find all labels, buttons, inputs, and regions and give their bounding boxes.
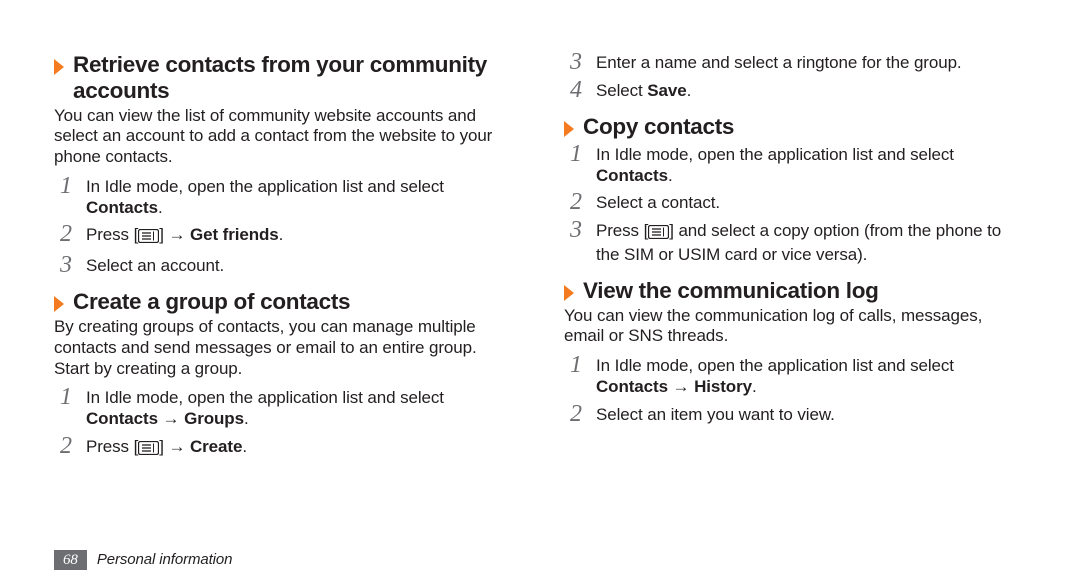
step-number: 3 [566,50,586,74]
step-text: Press [] → Get friends. [86,222,516,249]
step-number: 2 [56,222,76,246]
chevron-icon [54,59,65,76]
step-1: 1 In Idle mode, open the application lis… [54,385,516,429]
step-number: 1 [56,385,76,409]
section-label: Personal information [97,551,233,569]
step-number: 3 [56,253,76,277]
step-2: 2 Press [] → Create. [54,434,516,461]
step-number: 1 [566,142,586,166]
section-heading-copy: Copy contacts [564,114,1026,140]
section-title: Create a group of contacts [73,289,350,315]
step-3: 3 Enter a name and select a ringtone for… [564,50,1026,74]
step-text: In Idle mode, open the application list … [596,353,1026,397]
step-number: 1 [56,174,76,198]
page-footer: 68 Personal information [54,550,232,570]
section-title: Copy contacts [583,114,734,140]
step-3: 3 Press [] and select a copy option (fro… [564,218,1026,265]
section-heading-retrieve: Retrieve contacts from your community ac… [54,52,516,104]
step-text: In Idle mode, open the application list … [86,174,516,218]
page-number: 68 [54,550,87,570]
section-heading-log: View the communication log [564,278,1026,304]
step-2: 2 Select an item you want to view. [564,402,1026,426]
step-3: 3 Select an account. [54,253,516,277]
menu-icon [648,224,669,245]
chevron-icon [564,285,575,302]
step-text: Select an item you want to view. [596,402,1026,426]
intro-text: You can view the communication log of ca… [564,306,1026,347]
step-number: 3 [566,218,586,242]
step-text: Enter a name and select a ringtone for t… [596,50,1026,74]
section-title: Retrieve contacts from your community ac… [73,52,516,104]
menu-icon [138,228,159,249]
step-number: 1 [566,353,586,377]
step-number: 2 [566,190,586,214]
intro-text: You can view the list of community websi… [54,106,516,168]
section-title: View the communication log [583,278,879,304]
step-1: 1 In Idle mode, open the application lis… [564,353,1026,397]
intro-text: By creating groups of contacts, you can … [54,317,516,379]
step-text: Press [] → Create. [86,434,516,461]
step-4: 4 Select Save. [564,78,1026,102]
step-text: Press [] and select a copy option (from … [596,218,1026,265]
step-number: 2 [566,402,586,426]
step-1: 1 In Idle mode, open the application lis… [54,174,516,218]
step-1: 1 In Idle mode, open the application lis… [564,142,1026,186]
left-column: Retrieve contacts from your community ac… [54,50,516,464]
step-2: 2 Press [] → Get friends. [54,222,516,249]
step-text: In Idle mode, open the application list … [596,142,1026,186]
step-text: Select Save. [596,78,1026,102]
step-number: 4 [566,78,586,102]
step-text: In Idle mode, open the application list … [86,385,516,429]
chevron-icon [564,121,575,138]
step-text: Select a contact. [596,190,1026,214]
right-column: 3 Enter a name and select a ringtone for… [564,50,1026,464]
section-heading-group: Create a group of contacts [54,289,516,315]
chevron-icon [54,296,65,313]
step-text: Select an account. [86,253,516,277]
step-number: 2 [56,434,76,458]
step-2: 2 Select a contact. [564,190,1026,214]
menu-icon [138,440,159,461]
